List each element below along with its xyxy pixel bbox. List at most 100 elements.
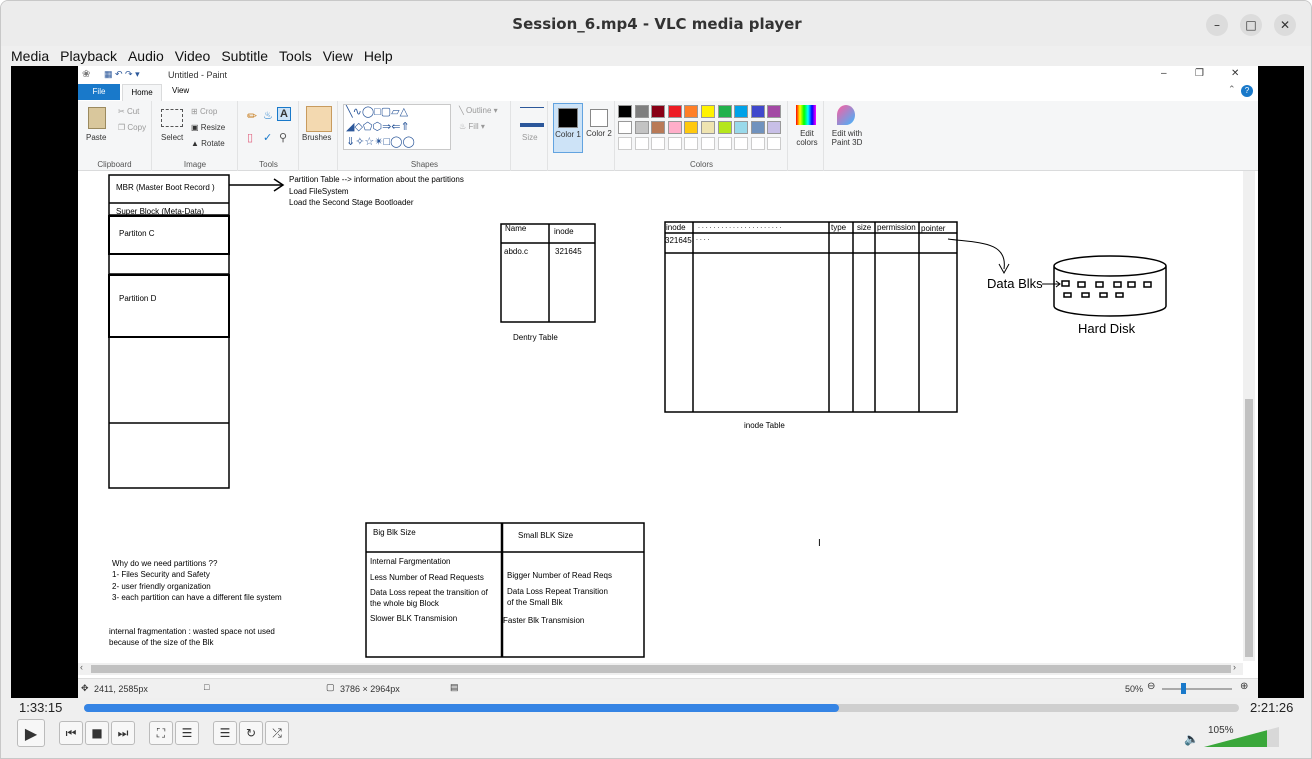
minimize-icon[interactable]: –: [1206, 14, 1228, 36]
volume-icon[interactable]: 🔈: [1184, 732, 1199, 746]
palette-empty-swatch[interactable]: [684, 137, 699, 150]
palette-empty-swatch[interactable]: [717, 137, 732, 150]
palette-empty-swatch[interactable]: [750, 137, 765, 150]
palette-swatch[interactable]: [701, 105, 715, 118]
size-icon[interactable]: [520, 107, 544, 127]
palette-swatch[interactable]: [667, 105, 682, 118]
palette-empty-swatch[interactable]: [667, 137, 682, 150]
palette-empty-swatch[interactable]: [651, 137, 666, 150]
horizontal-scrollbar[interactable]: ‹ ›: [78, 662, 1243, 675]
fill-icon[interactable]: ♨: [263, 109, 273, 122]
outline-button[interactable]: ╲ Outline ▾: [459, 106, 498, 115]
palette-empty-swatch[interactable]: [767, 137, 782, 150]
ribbon-collapse-icon[interactable]: ⌃: [1228, 84, 1236, 95]
palette-empty-swatch[interactable]: [701, 137, 715, 150]
menu-media[interactable]: Media: [11, 48, 49, 64]
palette-swatch[interactable]: [618, 105, 632, 118]
paint3d-button[interactable]: Edit with Paint 3D: [825, 129, 869, 147]
eraser-icon[interactable]: ▯: [247, 131, 253, 144]
edit-colors-icon[interactable]: [796, 105, 816, 125]
palette-swatch[interactable]: [651, 105, 666, 118]
text-icon[interactable]: A: [277, 107, 291, 121]
zoom-slider-thumb[interactable]: [1181, 683, 1186, 694]
play-button[interactable]: ▶: [17, 719, 45, 747]
menu-view[interactable]: View: [323, 48, 353, 64]
tab-file[interactable]: File: [78, 84, 120, 100]
paint-restore-icon[interactable]: ❐: [1195, 68, 1204, 79]
palette-swatch[interactable]: [717, 105, 732, 118]
brushes-icon[interactable]: [306, 106, 332, 132]
palette-swatch[interactable]: [667, 121, 682, 134]
zoom-slider[interactable]: [1162, 688, 1232, 690]
menu-audio[interactable]: Audio: [128, 48, 164, 64]
color2-button[interactable]: Color 2: [585, 103, 613, 153]
horizontal-scroll-thumb[interactable]: [91, 665, 1231, 673]
scroll-right-icon[interactable]: ›: [1233, 662, 1236, 672]
previous-icon[interactable]: ⏮: [59, 721, 83, 745]
crop-button[interactable]: ⊞ Crop: [191, 107, 217, 116]
size-button[interactable]: Size: [522, 133, 538, 142]
fullscreen-icon[interactable]: ⛶: [149, 721, 173, 745]
palette-swatch[interactable]: [750, 121, 765, 134]
volume-slider[interactable]: [1204, 726, 1280, 748]
quick-access-icon[interactable]: ▦ ↶ ↷ ▾: [104, 69, 140, 80]
brushes-button[interactable]: Brushes: [302, 133, 331, 142]
magnifier-icon[interactable]: ⚲: [279, 131, 287, 144]
vertical-scrollbar[interactable]: [1243, 171, 1255, 661]
palette-swatch[interactable]: [734, 121, 749, 134]
playlist-icon[interactable]: ☰: [213, 721, 237, 745]
stop-icon[interactable]: ■: [85, 721, 109, 745]
palette-swatch[interactable]: [684, 121, 699, 134]
palette-swatch[interactable]: [750, 105, 765, 118]
paint-minimize-icon[interactable]: –: [1161, 68, 1167, 79]
menu-tools[interactable]: Tools: [279, 48, 312, 64]
zoom-in-icon[interactable]: ⊕: [1240, 681, 1248, 692]
palette-swatch[interactable]: [684, 105, 699, 118]
zoom-out-icon[interactable]: ⊖: [1147, 681, 1155, 692]
palette-swatch[interactable]: [767, 121, 782, 134]
tab-view[interactable]: View: [172, 86, 189, 95]
paint3d-icon[interactable]: [837, 105, 855, 125]
menu-subtitle[interactable]: Subtitle: [221, 48, 268, 64]
extended-settings-icon[interactable]: ☰: [175, 721, 199, 745]
paint-close-icon[interactable]: ✕: [1231, 68, 1239, 79]
select-icon[interactable]: [161, 109, 183, 127]
shapes-gallery[interactable]: ╲∿◯□▢▱△ ◢◇⬠⬡⇒⇐⇑ ⇓✧☆✴□◯◯: [343, 104, 451, 150]
palette-swatch[interactable]: [701, 121, 715, 134]
cut-button[interactable]: ✂ Cut: [118, 107, 139, 116]
vertical-scroll-thumb[interactable]: [1245, 399, 1253, 657]
resize-button[interactable]: ▣ Resize: [191, 123, 225, 132]
menu-playback[interactable]: Playback: [60, 48, 117, 64]
shuffle-icon[interactable]: ⤮: [265, 721, 289, 745]
help-icon[interactable]: ?: [1241, 85, 1253, 97]
loop-icon[interactable]: ↻: [239, 721, 263, 745]
color1-button[interactable]: Color 1: [553, 103, 583, 153]
palette-empty-swatch[interactable]: [634, 137, 649, 150]
pencil-icon[interactable]: ✏: [247, 109, 257, 123]
rotate-button[interactable]: ▲ Rotate: [191, 139, 225, 148]
next-icon[interactable]: ⏭: [111, 721, 135, 745]
palette-swatch[interactable]: [717, 121, 732, 134]
copy-button[interactable]: ❐ Copy: [118, 123, 146, 132]
palette-swatch[interactable]: [634, 105, 649, 118]
palette-swatch[interactable]: [651, 121, 666, 134]
fill-button[interactable]: ♨ Fill ▾: [459, 122, 485, 131]
palette-empty-swatch[interactable]: [618, 137, 632, 150]
video-area[interactable]: ❀ ▦ ↶ ↷ ▾ Untitled - Paint – ❐ ✕ File Ho…: [11, 66, 1304, 698]
palette-swatch[interactable]: [634, 121, 649, 134]
palette-swatch[interactable]: [618, 121, 632, 134]
paint-canvas[interactable]: MBR (Master Boot Record ) Super Block (M…: [78, 171, 1243, 661]
color-picker-icon[interactable]: ✓: [263, 131, 272, 144]
tab-home[interactable]: Home: [122, 84, 162, 101]
seek-bar[interactable]: [84, 704, 1239, 712]
close-icon[interactable]: ✕: [1274, 14, 1296, 36]
menu-help[interactable]: Help: [364, 48, 393, 64]
edit-colors-button[interactable]: Edit colors: [792, 129, 822, 147]
select-button[interactable]: Select: [161, 133, 183, 142]
palette-swatch[interactable]: [767, 105, 782, 118]
palette-swatch[interactable]: [734, 105, 749, 118]
paste-button[interactable]: Paste: [86, 133, 106, 142]
scroll-left-icon[interactable]: ‹: [80, 662, 83, 672]
paste-icon[interactable]: [88, 107, 106, 129]
palette-empty-swatch[interactable]: [734, 137, 749, 150]
